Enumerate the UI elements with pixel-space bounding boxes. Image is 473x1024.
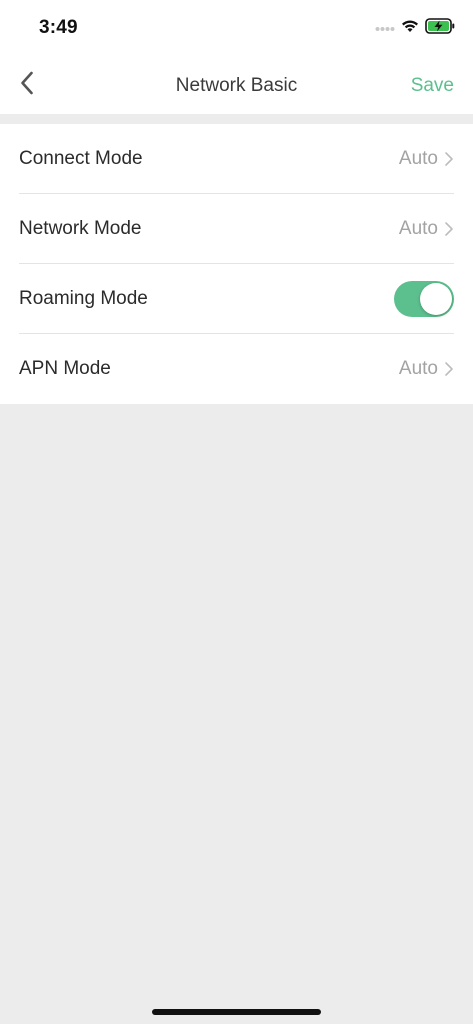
home-indicator[interactable] [152, 1009, 321, 1015]
chevron-right-icon [444, 360, 454, 378]
connect-mode-row[interactable]: Connect Mode Auto [0, 124, 473, 194]
status-icons [375, 17, 455, 39]
apn-mode-row[interactable]: APN Mode Auto [0, 334, 473, 404]
row-value: Auto [398, 218, 438, 239]
status-bar: 3:49 [0, 0, 473, 56]
chevron-right-icon [444, 150, 454, 168]
battery-charging-icon [425, 17, 455, 39]
row-label: Network Mode [19, 218, 142, 239]
row-label: Roaming Mode [19, 288, 148, 309]
row-label: APN Mode [19, 358, 111, 379]
wifi-icon [401, 19, 419, 38]
page-title: Network Basic [175, 75, 298, 96]
row-value: Auto [398, 148, 438, 169]
roaming-mode-toggle[interactable] [394, 281, 454, 317]
network-mode-row[interactable]: Network Mode Auto [0, 194, 473, 264]
signal-dots-icon [375, 19, 395, 37]
section-gap [0, 114, 473, 124]
roaming-mode-row: Roaming Mode [0, 264, 473, 334]
navigation-bar: Network Basic Save [0, 56, 473, 114]
toggle-knob [420, 283, 452, 315]
row-value: Auto [398, 358, 438, 379]
chevron-right-icon [444, 220, 454, 238]
status-time: 3:49 [39, 17, 78, 38]
save-button[interactable]: Save [411, 75, 454, 97]
settings-list: Connect Mode Auto Network Mode Auto Roam… [0, 124, 473, 404]
row-label: Connect Mode [19, 148, 143, 169]
